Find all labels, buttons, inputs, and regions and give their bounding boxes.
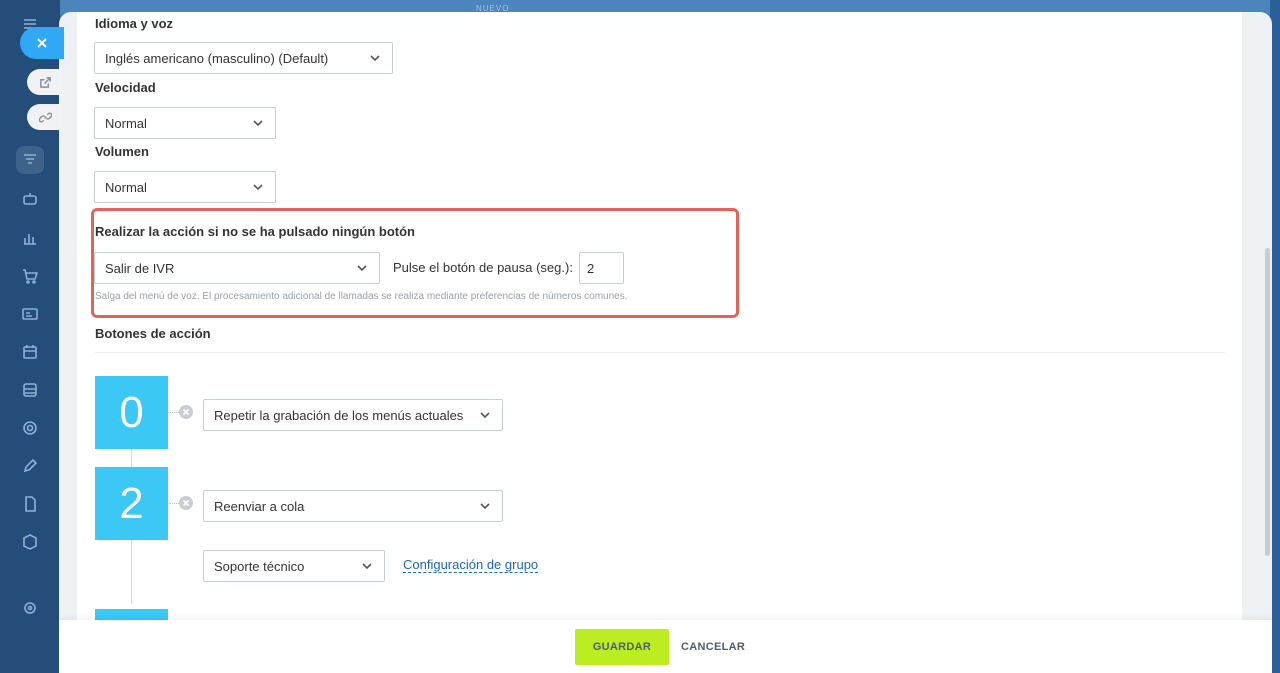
digit-0-action-value: Repetir la grabación de los menús actual…: [214, 407, 464, 423]
digit-box-0: 0: [95, 376, 168, 449]
robot-icon[interactable]: [16, 185, 44, 213]
close-icon: [37, 38, 47, 48]
cube-icon[interactable]: [16, 528, 44, 556]
connector-line: [131, 449, 132, 467]
close-slider-button[interactable]: [20, 27, 64, 59]
voice-title: Idioma y voz: [95, 16, 174, 31]
copy-link-button[interactable]: [27, 104, 63, 130]
chevron-down-icon: [357, 264, 367, 272]
action-buttons-title: Botones de acción: [95, 326, 211, 341]
remove-icon: [179, 405, 193, 419]
digit-box-2: 2: [95, 467, 168, 540]
volume-select-value: Normal: [105, 179, 147, 195]
scrollbar[interactable]: [1265, 248, 1270, 556]
chevron-down-icon: [253, 183, 263, 191]
remove-icon: [179, 496, 193, 510]
save-button[interactable]: GUARDAR: [575, 629, 669, 665]
digit-2-action-value: Reenviar a cola: [214, 498, 305, 514]
speed-select-value: Normal: [105, 115, 147, 131]
ivr-settings-content: Idioma y voz Inglés americano (masculino…: [77, 12, 1242, 620]
document-icon[interactable]: [16, 490, 44, 518]
chevron-down-icon: [480, 502, 490, 510]
connector-line: [131, 540, 132, 604]
voice-select-value: Inglés americano (masculino) (Default): [105, 50, 329, 66]
chevron-down-icon: [480, 411, 490, 419]
no-press-action-value: Salir de IVR: [105, 260, 175, 276]
chevron-down-icon: [370, 54, 380, 62]
ivr-settings-panel: Idioma y voz Inglés americano (masculino…: [59, 12, 1272, 673]
chart-icon[interactable]: [16, 224, 44, 252]
pause-seconds-input[interactable]: 2: [579, 252, 624, 284]
funnel-icon[interactable]: [16, 146, 44, 174]
storage-icon[interactable]: [16, 376, 44, 404]
speed-select[interactable]: Normal: [94, 107, 276, 139]
no-press-title: Realizar la acción si no se ha pulsado n…: [95, 224, 415, 239]
cancel-button[interactable]: CANCELAR: [679, 629, 747, 665]
digit-0-action-select[interactable]: Repetir la grabación de los menús actual…: [203, 399, 503, 431]
no-press-hint: Salga del menú de voz. El procesamiento …: [95, 291, 628, 302]
contact-card-icon[interactable]: [16, 300, 44, 328]
footer-bar: GUARDAR CANCELAR: [59, 620, 1272, 673]
open-new-window-button[interactable]: [27, 69, 63, 95]
digit-box-partial: [95, 609, 168, 620]
section-divider: [95, 352, 1225, 353]
remove-button-2[interactable]: [178, 495, 194, 511]
speed-title: Velocidad: [95, 80, 156, 95]
pause-label: Pulse el botón de pausa (seg.):: [393, 260, 573, 275]
voice-select[interactable]: Inglés americano (masculino) (Default): [94, 42, 393, 74]
volume-select[interactable]: Normal: [94, 171, 276, 203]
left-rail: [0, 0, 60, 673]
queue-select-value: Soporte técnico: [214, 558, 305, 574]
queue-select[interactable]: Soporte técnico: [203, 550, 385, 582]
target-icon[interactable]: [16, 414, 44, 442]
remove-button-0[interactable]: [178, 404, 194, 420]
cart-icon[interactable]: [16, 262, 44, 290]
no-press-action-select[interactable]: Salir de IVR: [94, 252, 380, 284]
volume-title: Volumen: [95, 144, 149, 159]
chevron-down-icon: [253, 119, 263, 127]
pen-icon[interactable]: [16, 452, 44, 480]
chevron-down-icon: [362, 562, 372, 570]
digit-2-action-select[interactable]: Reenviar a cola: [203, 490, 503, 522]
link-icon: [38, 112, 52, 122]
group-settings-link[interactable]: Configuración de grupo: [403, 557, 539, 573]
external-link-icon: [39, 76, 51, 88]
pause-seconds-value: 2: [587, 260, 595, 276]
settings-icon[interactable]: [16, 594, 44, 622]
calendar-icon[interactable]: [16, 338, 44, 366]
